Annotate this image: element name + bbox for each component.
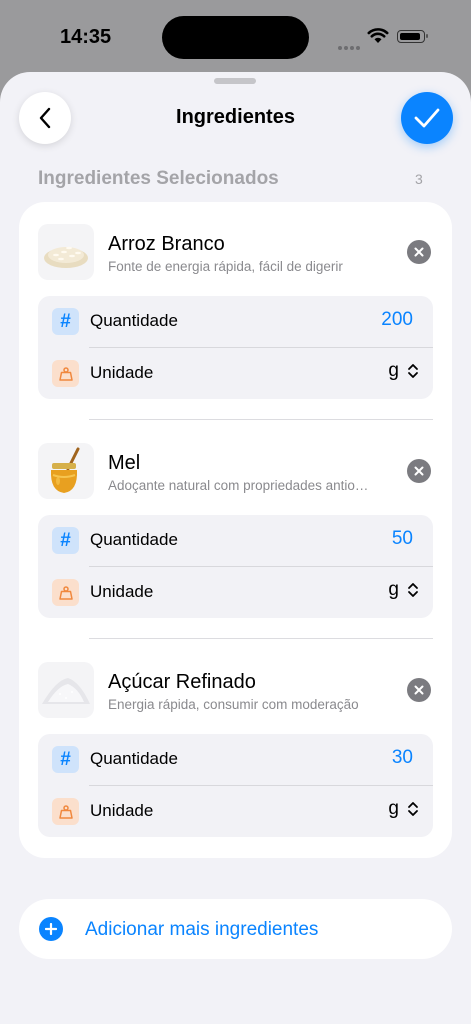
scale-weight-icon <box>52 579 79 606</box>
close-icon <box>414 247 424 257</box>
chevron-up-down-icon[interactable] <box>407 363 419 379</box>
ingredient-name: Arroz Branco <box>108 233 225 255</box>
battery-icon <box>397 30 428 43</box>
checkmark-icon <box>414 108 440 128</box>
ingredient-description: Energia rápida, consumir com moderação <box>108 697 359 712</box>
quantity-label: Quantidade <box>90 311 178 330</box>
quantity-input[interactable]: 50 <box>392 528 413 550</box>
remove-ingredient-button[interactable] <box>407 459 431 483</box>
status-bar: 14:35 <box>0 0 471 72</box>
ingredient-description: Fonte de energia rápida, fácil de digeri… <box>108 259 343 274</box>
quantity-input[interactable]: 200 <box>381 309 413 331</box>
dynamic-island <box>162 16 309 59</box>
unit-label: Unidade <box>90 363 154 382</box>
number-icon: # <box>52 308 79 335</box>
quantity-label: Quantidade <box>90 749 178 768</box>
status-time: 14:35 <box>60 26 112 48</box>
plus-icon <box>39 917 63 941</box>
ingredient-fields: # Quantidade 50 Unidade g <box>38 515 433 618</box>
section-header: Ingredientes Selecionados <box>38 168 279 189</box>
unit-select[interactable]: g <box>388 360 399 382</box>
sheet-grabber[interactable] <box>214 78 256 84</box>
unit-row[interactable]: Unidade g <box>38 567 433 618</box>
scale-weight-icon <box>52 798 79 825</box>
ingredient-name: Mel <box>108 452 141 474</box>
remove-ingredient-button[interactable] <box>407 240 431 264</box>
quantity-row[interactable]: # Quantidade 50 <box>38 515 433 566</box>
add-more-ingredients-label: Adicionar mais ingredientes <box>85 919 319 940</box>
done-button[interactable] <box>401 92 453 144</box>
ingredient-name: Açúcar Refinado <box>108 671 256 693</box>
wifi-icon <box>367 28 389 43</box>
ingredient-item: Mel Adoçante natural com propriedades an… <box>19 443 452 643</box>
section-count: 3 <box>415 171 423 187</box>
number-icon: # <box>52 746 79 773</box>
sugar-icon <box>38 662 94 718</box>
unit-select[interactable]: g <box>388 579 399 601</box>
unit-select[interactable]: g <box>388 798 399 820</box>
rice-icon <box>38 224 94 280</box>
unit-label: Unidade <box>90 801 154 820</box>
item-divider <box>89 638 433 639</box>
ingredient-description: Adoçante natural com propriedades antiox… <box>108 478 372 493</box>
ingredient-fields: # Quantidade 200 Unidade g <box>38 296 433 399</box>
quantity-row[interactable]: # Quantidade 200 <box>38 296 433 347</box>
ingredients-sheet: Ingredientes Ingredientes Selecionados 3 <box>0 72 471 1024</box>
quantity-row[interactable]: # Quantidade 30 <box>38 734 433 785</box>
close-icon <box>414 685 424 695</box>
quantity-input[interactable]: 30 <box>392 747 413 769</box>
honey-jar-icon <box>38 443 94 499</box>
add-more-ingredients-button[interactable]: Adicionar mais ingredientes <box>19 899 452 959</box>
unit-row[interactable]: Unidade g <box>38 348 433 399</box>
unit-label: Unidade <box>90 582 154 601</box>
remove-ingredient-button[interactable] <box>407 678 431 702</box>
chevron-up-down-icon[interactable] <box>407 801 419 817</box>
quantity-label: Quantidade <box>90 530 178 549</box>
chevron-up-down-icon[interactable] <box>407 582 419 598</box>
close-icon <box>414 466 424 476</box>
ingredients-card: Arroz Branco Fonte de energia rápida, fá… <box>19 202 452 858</box>
cellular-signal-icon <box>338 37 362 50</box>
number-icon: # <box>52 527 79 554</box>
item-divider <box>89 419 433 420</box>
ingredient-item: Arroz Branco Fonte de energia rápida, fá… <box>19 224 452 424</box>
ingredient-item: Açúcar Refinado Energia rápida, consumir… <box>19 662 452 862</box>
ingredient-fields: # Quantidade 30 Unidade g <box>38 734 433 837</box>
unit-row[interactable]: Unidade g <box>38 786 433 837</box>
scale-weight-icon <box>52 360 79 387</box>
